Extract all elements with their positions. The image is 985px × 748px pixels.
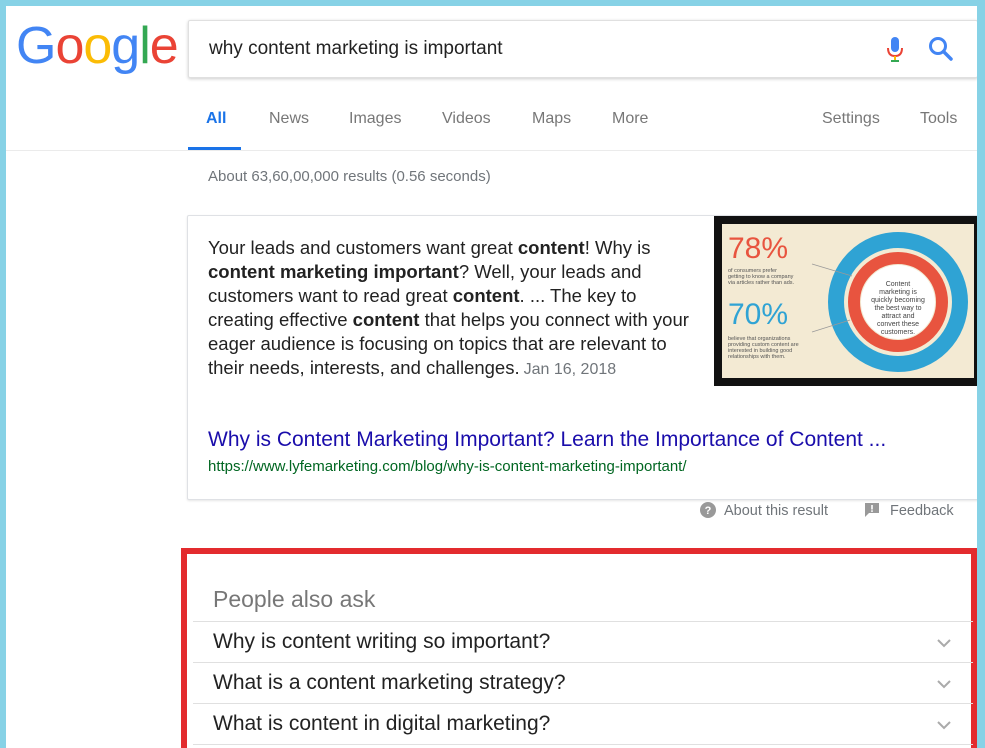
logo-letter: o	[83, 17, 112, 75]
stat-70-text: 70%	[728, 298, 788, 331]
search-query[interactable]: why content marketing is important	[209, 38, 503, 60]
feedback-link[interactable]: Feedback	[864, 502, 954, 519]
tab-videos[interactable]: Videos	[442, 110, 491, 150]
logo-letter: G	[16, 17, 56, 75]
snippet-text: Your leads and customers want great cont…	[208, 236, 698, 382]
snippet-part: content	[352, 309, 420, 330]
search-icon[interactable]	[927, 35, 955, 63]
feedback-icon	[865, 503, 879, 517]
result-title-link[interactable]: Why is Content Marketing Important? Lear…	[208, 428, 886, 452]
paa-divider	[193, 703, 973, 704]
stat-70-caption: believe that organizations providing cust…	[728, 336, 799, 360]
stat-78-text: 78%	[728, 232, 788, 265]
chevron-down-icon[interactable]	[937, 636, 951, 650]
tab-images[interactable]: Images	[349, 110, 401, 150]
tab-news[interactable]: News	[269, 110, 309, 150]
stat-78-caption: of consumers prefer getting to know a com…	[728, 268, 795, 286]
about-label: About this result	[724, 503, 828, 519]
search-tabs: All News Images Videos Maps More Setting…	[188, 110, 977, 152]
paa-question-1[interactable]: Why is content writing so important?	[213, 630, 550, 654]
logo-letter: e	[149, 17, 179, 75]
tab-maps[interactable]: Maps	[532, 110, 571, 150]
paa-divider	[193, 662, 973, 663]
logo-letter: o	[55, 17, 84, 75]
tab-all[interactable]: All	[188, 110, 241, 150]
feedback-label: Feedback	[890, 503, 954, 519]
snippet-part: content marketing important	[208, 261, 459, 282]
tab-settings[interactable]: Settings	[822, 110, 880, 150]
snippet-part: Your leads and customers want great	[208, 237, 518, 258]
chevron-down-icon[interactable]	[937, 677, 951, 691]
search-input[interactable]: why content marketing is important	[188, 20, 977, 78]
logo-letter: g	[111, 17, 140, 75]
infographic-graphic: 78% of consumers prefer getting to know a…	[728, 232, 968, 372]
people-also-ask-title: People also ask	[213, 586, 376, 612]
featured-snippet: Your leads and customers want great cont…	[187, 215, 977, 500]
snippet-part: content	[517, 237, 585, 258]
snippet-date: Jan 16, 2018	[523, 361, 617, 378]
result-stats: About 63,60,00,000 results (0.56 seconds…	[208, 168, 491, 185]
help-icon: ?	[700, 502, 716, 518]
snippet-part: ! Why is	[584, 237, 651, 258]
tab-tools[interactable]: Tools	[920, 110, 957, 150]
snippet-image[interactable]: 78% of consumers prefer getting to know a…	[714, 216, 977, 386]
logo-letter: l	[139, 17, 151, 75]
search-results-page: Google why content marketing is importan…	[6, 6, 977, 748]
result-url[interactable]: https://www.lyfemarketing.com/blog/why-i…	[208, 458, 687, 475]
people-also-ask-highlight: People also ask Why is content writing s…	[181, 548, 977, 748]
paa-question-2[interactable]: What is a content marketing strategy?	[213, 671, 566, 695]
paa-divider	[193, 621, 973, 622]
microphone-icon[interactable]	[883, 35, 907, 65]
svg-text:?: ?	[705, 505, 712, 517]
tab-more[interactable]: More	[612, 110, 648, 150]
google-logo[interactable]: Google	[16, 17, 179, 75]
paa-question-3[interactable]: What is content in digital marketing?	[213, 712, 550, 736]
chevron-down-icon[interactable]	[937, 718, 951, 732]
infographic: 78% of consumers prefer getting to know a…	[722, 224, 974, 378]
tabs-divider	[6, 150, 977, 151]
paa-divider	[193, 744, 973, 745]
about-this-result[interactable]: ? About this result	[700, 502, 828, 519]
snippet-part: content	[452, 285, 520, 306]
